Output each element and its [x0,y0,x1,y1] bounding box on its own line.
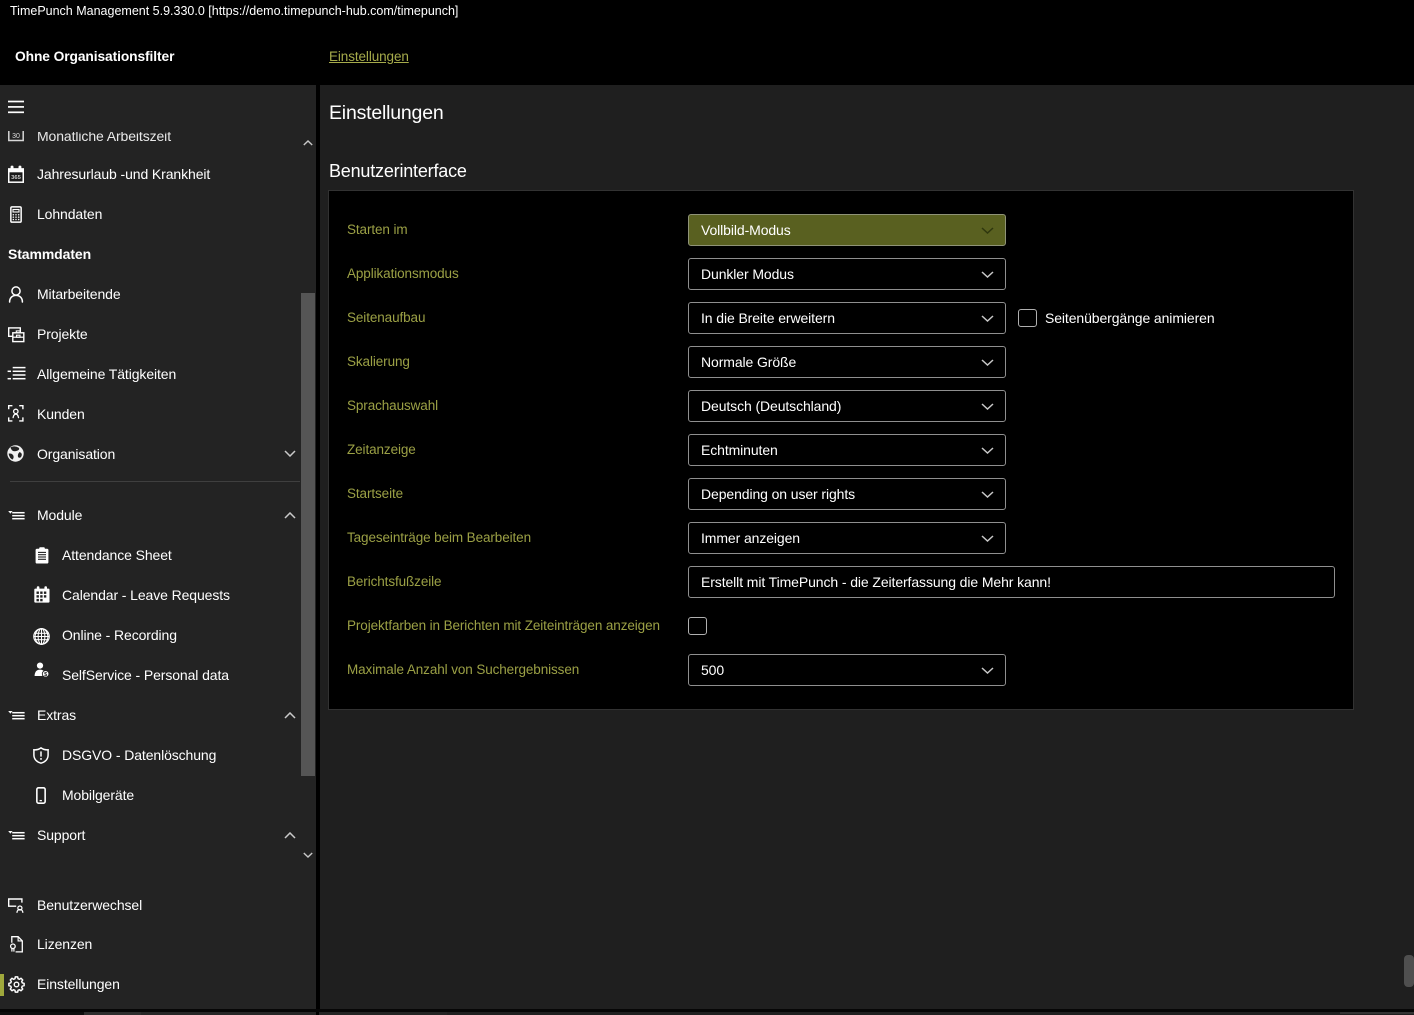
svg-text:365: 365 [11,175,21,181]
svg-text:$: $ [44,672,47,678]
svg-text:30: 30 [12,133,20,140]
